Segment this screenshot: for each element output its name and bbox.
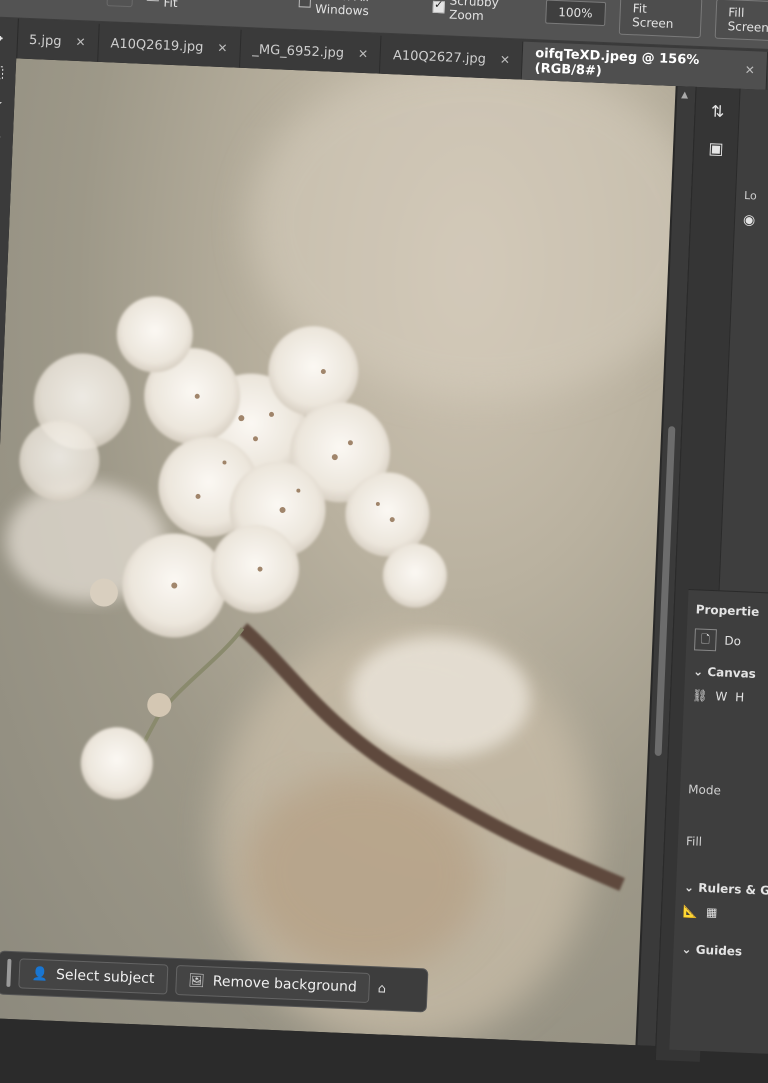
eye-visibility-icon[interactable]: ◉ (734, 202, 768, 243)
chevron-down-icon: ⌄ (681, 942, 692, 957)
fill-label: Fill (685, 834, 703, 849)
close-icon[interactable]: ✕ (75, 35, 86, 49)
magic-wand-icon[interactable]: ✦ (0, 129, 6, 152)
tab-doc-2[interactable]: A10Q2619.jpg ✕ (97, 23, 242, 68)
zoom-all-windows-label: Zoom All Windows (314, 0, 370, 18)
svg-text:✦: ✦ (0, 133, 1, 142)
close-icon[interactable]: ✕ (358, 47, 369, 61)
tab-label: A10Q2619.jpg (110, 35, 204, 55)
lasso-tool-icon[interactable] (0, 95, 8, 118)
resize-windows-label: Resize Windows to Fit (163, 0, 178, 10)
blossom-photo[interactable] (0, 58, 676, 1046)
select-subject-label: Select subject (55, 966, 155, 988)
crop-tool-icon[interactable] (0, 163, 5, 186)
marquee-tool-icon[interactable] (0, 61, 9, 84)
tab-label: _MG_6952.jpg (252, 41, 345, 61)
height-label: H (734, 690, 745, 705)
checkbox-icon (147, 0, 160, 1)
fill-screen-button[interactable]: Fill Screen (714, 0, 768, 42)
layers-lock-label: Lo (743, 189, 758, 203)
select-subject-button[interactable]: 👤 Select subject (18, 958, 168, 995)
tab-doc-1[interactable]: 5.jpg ✕ (16, 20, 100, 62)
guides-label: Guides (695, 942, 743, 959)
history-panel-icon[interactable]: ⇅ (711, 102, 725, 122)
person-icon: 👤 (31, 966, 49, 983)
width-label: W (715, 689, 728, 704)
ruler-icon[interactable]: 📐 (683, 904, 699, 919)
chevron-down-icon: ⌄ (683, 880, 695, 895)
link-icon[interactable]: ⛓ (692, 688, 708, 703)
frame-tool-icon[interactable] (0, 197, 3, 220)
remove-background-button[interactable]: 🖼 Remove background (174, 964, 371, 1004)
document-icon: 🗋 (694, 628, 717, 652)
canvas-size-row: ⛓ W H (684, 682, 768, 714)
rulers-grid-icons-row: 📐 ▦ (675, 898, 768, 930)
close-icon[interactable]: ✕ (217, 41, 228, 55)
move-tool-icon[interactable]: ✥ (0, 27, 10, 50)
scrubby-zoom-checkbox[interactable]: Scrubby Zoom (432, 0, 532, 24)
zoom-all-windows-checkbox[interactable]: Zoom All Windows (298, 0, 420, 20)
eyedropper-icon[interactable] (0, 231, 2, 254)
tab-label: oifqTeXD.jpeg @ 156% (RGB/8#) (534, 46, 700, 79)
drag-handle[interactable] (6, 958, 12, 987)
guides-section-header[interactable]: ⌄ Guides (673, 934, 768, 966)
mode-label: Mode (687, 782, 722, 798)
healing-brush-icon[interactable] (0, 265, 1, 288)
grid-icon[interactable]: ▦ (706, 905, 718, 919)
tab-label: 5.jpg (28, 32, 62, 49)
document-label: Do (724, 633, 742, 649)
checkbox-icon (298, 0, 311, 8)
chevron-down-icon: ⌄ (692, 664, 704, 679)
image-icon: 🖼 (188, 972, 206, 989)
remove-background-label: Remove background (212, 973, 358, 996)
rulers-grids-label: Rulers & G (698, 880, 768, 898)
close-icon[interactable]: ✕ (500, 53, 511, 67)
tab-doc-4[interactable]: A10Q2627.jpg ✕ (380, 35, 524, 80)
libraries-panel-icon[interactable]: ▣ (708, 138, 724, 158)
canvas-label: Canvas (707, 664, 757, 681)
scrubby-zoom-label: Scrubby Zoom (448, 0, 500, 23)
fit-screen-button[interactable]: Fit Screen (618, 0, 702, 38)
zoom-percent-button[interactable]: 100% (544, 0, 607, 26)
tab-doc-3[interactable]: _MG_6952.jpg ✕ (239, 29, 382, 74)
close-icon[interactable]: ✕ (744, 63, 755, 77)
checkbox-checked-icon (432, 0, 445, 13)
document-canvas-area[interactable]: ▲ (0, 58, 696, 1047)
transform-icon[interactable]: ⌂ (377, 981, 386, 996)
resize-windows-checkbox[interactable]: Resize Windows to Fit (147, 0, 286, 14)
tab-label: A10Q2627.jpg (392, 47, 487, 67)
zoom-tool-icon[interactable] (106, 0, 135, 7)
scroll-up-icon[interactable]: ▲ (681, 90, 688, 100)
